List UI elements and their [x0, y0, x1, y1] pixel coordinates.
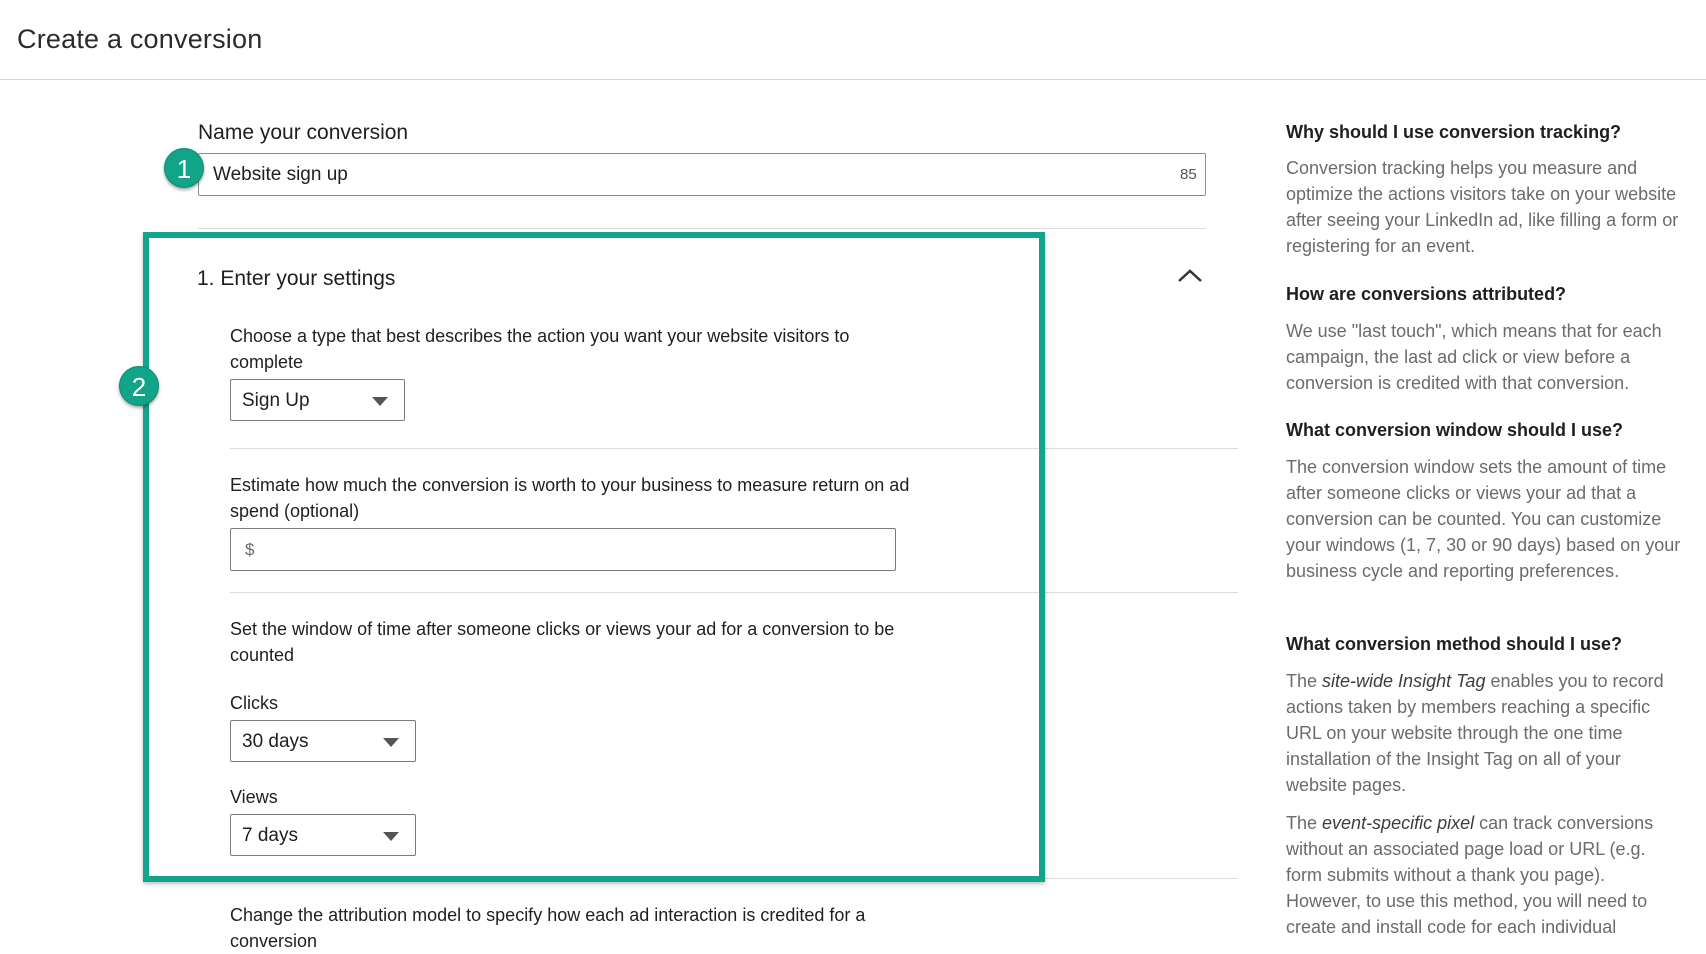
- help-heading-window: What conversion window should I use?: [1286, 420, 1624, 440]
- highlight-box: [143, 232, 1045, 882]
- help-heading-why-tracking: Why should I use conversion tracking?: [1286, 122, 1622, 142]
- help-heading-method: What conversion method should I use?: [1286, 634, 1623, 654]
- help-text-event-pixel: The event-specific pixel can track conve…: [1286, 813, 1654, 937]
- help-text-insight-tag: The site-wide Insight Tag enables you to…: [1286, 671, 1664, 795]
- help-text-attribution: We use "last touch", which means that fo…: [1286, 321, 1662, 393]
- conversion-name-input[interactable]: [198, 153, 1206, 196]
- help-text-window: The conversion window sets the amount of…: [1286, 457, 1681, 581]
- divider: [198, 228, 1206, 229]
- step-badge-2: 2: [119, 366, 159, 406]
- attribution-question: Change the attribution model to specify …: [230, 905, 866, 951]
- page-header: Create a conversion: [0, 0, 1706, 80]
- help-text-why-tracking: Conversion tracking helps you measure an…: [1286, 158, 1679, 256]
- step-badge-1: 1: [164, 148, 204, 188]
- help-heading-attribution: How are conversions attributed?: [1286, 284, 1567, 304]
- chevron-up-icon[interactable]: [1177, 268, 1203, 284]
- character-count: 85: [1180, 166, 1197, 183]
- conversion-name-label: Name your conversion: [198, 121, 409, 144]
- page-title: Create a conversion: [17, 24, 263, 54]
